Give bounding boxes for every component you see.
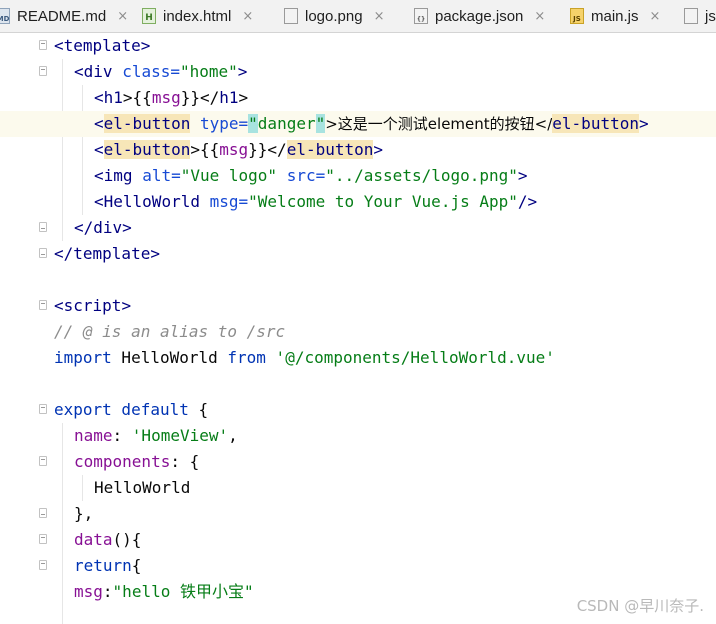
code-line: <script> — [0, 293, 716, 319]
fold-toggle-icon[interactable] — [39, 534, 47, 544]
close-icon[interactable]: × — [534, 9, 545, 24]
code-line: name: 'HomeView', — [74, 426, 238, 445]
code-line: return{ — [0, 553, 716, 579]
tab-label: index.html — [163, 7, 232, 25]
code-line: <template> — [0, 33, 716, 59]
code-line: </template> — [0, 241, 716, 267]
fold-toggle-icon[interactable] — [39, 248, 47, 258]
tab-label: logo.png — [305, 7, 363, 25]
close-icon[interactable]: × — [374, 9, 385, 24]
code-line: data(){ — [0, 527, 716, 553]
tab-js-partial[interactable]: js — [684, 0, 716, 32]
fold-toggle-icon[interactable] — [39, 560, 47, 570]
tab-package-json[interactable]: {} package.json × — [414, 0, 545, 32]
close-icon[interactable]: × — [242, 9, 253, 24]
close-icon[interactable]: × — [117, 9, 128, 24]
fold-toggle-icon[interactable] — [39, 404, 47, 414]
fold-toggle-icon[interactable] — [39, 66, 47, 76]
code-line: import HelloWorld from '@/components/Hel… — [54, 348, 555, 367]
code-line: components: { — [0, 449, 716, 475]
fold-toggle-icon[interactable] — [39, 222, 47, 232]
code-line: // @ is an alias to /src — [54, 322, 286, 341]
image-file-icon — [284, 8, 298, 24]
watermark: CSDN @早川奈子. — [576, 597, 704, 615]
tab-label: README.md — [17, 7, 107, 25]
code-line: }, — [0, 501, 716, 527]
tab-main-js[interactable]: JS main.js × — [570, 0, 660, 32]
js-file-icon — [684, 8, 698, 24]
code-line: export default { — [0, 397, 716, 423]
json-file-icon: {} — [414, 8, 428, 24]
code-line: <HelloWorld msg="Welcome to Your Vue.js … — [94, 192, 538, 211]
markdown-file-icon: MD — [0, 8, 10, 24]
fold-toggle-icon[interactable] — [39, 508, 47, 518]
fold-toggle-icon[interactable] — [39, 300, 47, 310]
tab-logo-png[interactable]: logo.png × — [284, 0, 384, 32]
tab-label: package.json — [435, 7, 524, 25]
fold-toggle-icon[interactable] — [39, 456, 47, 466]
html-file-icon: H — [142, 8, 156, 24]
tab-index-html[interactable]: H index.html × — [142, 0, 253, 32]
code-editor[interactable]: <template> <div class="home"> <h1>{{msg}… — [0, 33, 716, 624]
code-line: <el-button>{{msg}}</el-button> — [94, 140, 384, 159]
tab-label: js — [705, 7, 716, 25]
fold-toggle-icon[interactable] — [39, 40, 47, 50]
close-icon[interactable]: × — [650, 9, 661, 24]
js-file-icon: JS — [570, 8, 584, 24]
code-line: HelloWorld — [94, 478, 191, 497]
tab-readme[interactable]: MD README.md × — [0, 0, 128, 32]
editor-tab-bar: MD README.md × H index.html × logo.png ×… — [0, 0, 716, 33]
code-line: <img alt="Vue logo" src="../assets/logo.… — [94, 166, 528, 185]
code-line-current: <el-button type="danger">这是一个测试element的按… — [0, 111, 716, 137]
tab-label: main.js — [591, 7, 639, 25]
code-line: <div class="home"> — [0, 59, 716, 85]
code-line: </div> — [0, 215, 716, 241]
code-line: <h1>{{msg}}</h1> — [94, 88, 249, 107]
